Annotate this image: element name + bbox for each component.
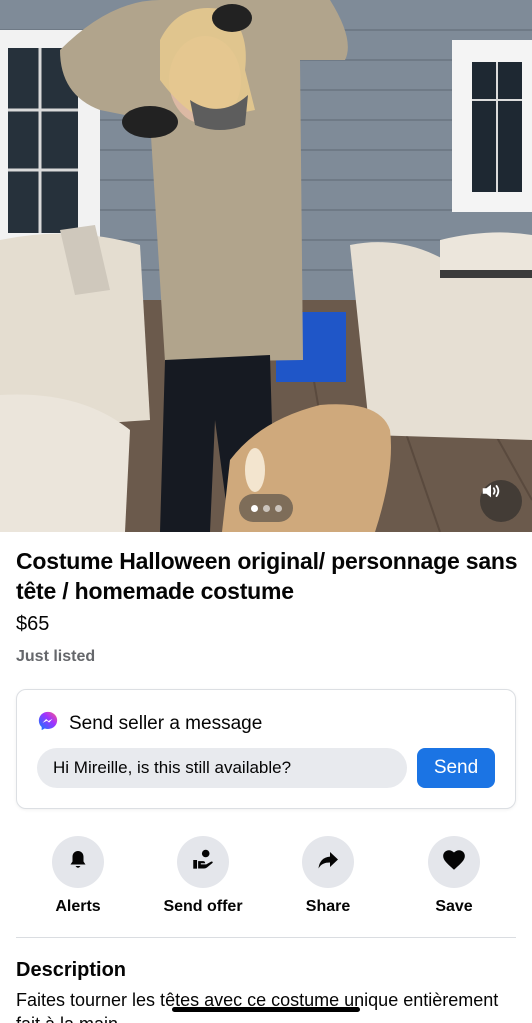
send-button[interactable]: Send xyxy=(417,748,495,788)
carousel-dot-active xyxy=(250,504,258,512)
save-button[interactable] xyxy=(428,836,480,888)
listing-photo-illustration xyxy=(0,0,532,532)
alerts-label: Alerts xyxy=(55,898,101,915)
send-offer-action[interactable]: Send offer xyxy=(148,836,258,917)
send-offer-label: Send offer xyxy=(163,898,243,915)
share-label: Share xyxy=(305,898,351,915)
alerts-button[interactable] xyxy=(52,836,104,888)
carousel-indicator[interactable] xyxy=(239,494,293,522)
carousel-dot xyxy=(262,504,270,512)
message-seller-card: Send seller a message Hi Mireille, is th… xyxy=(16,689,516,809)
listing-title: Costume Halloween original/ personnage s… xyxy=(16,548,518,604)
home-indicator[interactable] xyxy=(172,1007,360,1012)
save-action[interactable]: Save xyxy=(399,836,509,917)
listing-status: Just listed xyxy=(16,648,96,665)
listing-price: $65 xyxy=(16,613,50,635)
listing-photo[interactable] xyxy=(0,0,532,532)
message-card-title: Send seller a message xyxy=(69,712,263,734)
alerts-action[interactable]: Alerts xyxy=(23,836,133,917)
messenger-icon xyxy=(37,710,59,737)
save-label: Save xyxy=(435,898,473,915)
heart-icon xyxy=(441,847,467,878)
bell-icon xyxy=(66,848,90,877)
carousel-dot xyxy=(274,504,282,512)
send-offer-button[interactable] xyxy=(177,836,229,888)
message-card-header: Send seller a message xyxy=(37,710,262,737)
volume-button[interactable] xyxy=(480,480,522,522)
listing-actions: Alerts Send offer Share Save xyxy=(0,836,532,918)
share-arrow-icon xyxy=(316,848,340,877)
description-text: Faites tourner les têtes avec ce costume… xyxy=(16,990,499,1023)
section-divider xyxy=(16,937,516,938)
message-input[interactable]: Hi Mireille, is this still available? xyxy=(37,748,407,788)
hand-offer-icon xyxy=(190,847,216,878)
share-action[interactable]: Share xyxy=(273,836,383,917)
description-heading: Description xyxy=(16,959,127,981)
share-button[interactable] xyxy=(302,836,354,888)
